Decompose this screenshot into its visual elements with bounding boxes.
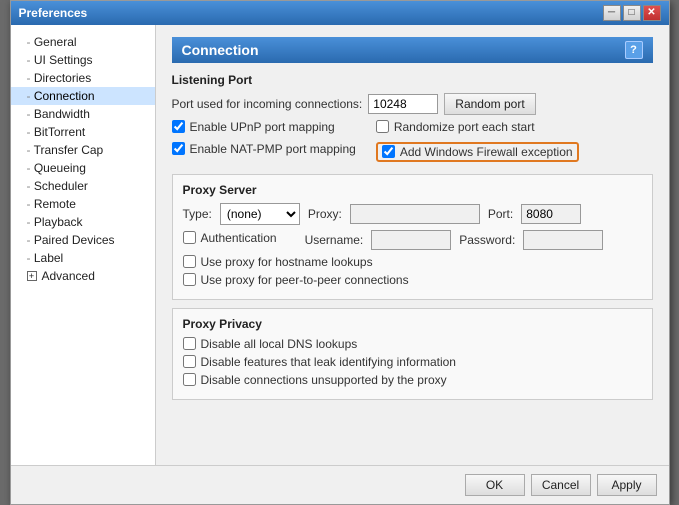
sidebar: General UI Settings Directories Connecti… bbox=[11, 25, 156, 465]
sidebar-item-paired-devices[interactable]: Paired Devices bbox=[11, 231, 155, 249]
help-button[interactable]: ? bbox=[625, 41, 643, 59]
footer: OK Cancel Apply bbox=[11, 465, 669, 504]
sidebar-item-connection[interactable]: Connection bbox=[11, 87, 155, 105]
nat-checkbox[interactable] bbox=[172, 142, 185, 155]
randomize-checkbox[interactable] bbox=[376, 120, 389, 133]
password-label: Password: bbox=[459, 233, 515, 247]
close-button[interactable]: ✕ bbox=[643, 5, 661, 21]
preferences-window: Preferences ─ □ ✕ General UI Settings Di… bbox=[10, 0, 670, 505]
username-label: Username: bbox=[305, 233, 364, 247]
username-input[interactable] bbox=[371, 230, 451, 250]
auth-row: Authentication Username: Password: bbox=[183, 230, 642, 250]
dns-label: Disable all local DNS lookups bbox=[201, 337, 358, 351]
section-title: Connection bbox=[182, 42, 259, 58]
main-content: Connection ? Listening Port Port used fo… bbox=[156, 25, 669, 465]
sidebar-item-advanced[interactable]: + Advanced bbox=[11, 267, 155, 285]
sidebar-item-bandwidth[interactable]: Bandwidth bbox=[11, 105, 155, 123]
proxy-port-input[interactable] bbox=[521, 204, 581, 224]
port-label: Port used for incoming connections: bbox=[172, 97, 363, 111]
sidebar-item-bittorrent[interactable]: BitTorrent bbox=[11, 123, 155, 141]
sidebar-item-remote[interactable]: Remote bbox=[11, 195, 155, 213]
left-checkboxes: Enable UPnP port mapping Enable NAT-PMP … bbox=[172, 120, 356, 166]
proxy-addr-label: Proxy: bbox=[308, 207, 342, 221]
sidebar-item-general[interactable]: General bbox=[11, 33, 155, 51]
window-body: General UI Settings Directories Connecti… bbox=[11, 25, 669, 465]
leak-row: Disable features that leak identifying i… bbox=[183, 355, 642, 369]
randomize-row: Randomize port each start bbox=[376, 120, 579, 134]
unsupported-checkbox[interactable] bbox=[183, 373, 196, 386]
leak-checkbox[interactable] bbox=[183, 355, 196, 368]
p2p-row: Use proxy for peer-to-peer connections bbox=[183, 273, 642, 287]
nat-row: Enable NAT-PMP port mapping bbox=[172, 142, 356, 156]
sidebar-item-label[interactable]: Label bbox=[11, 249, 155, 267]
plus-icon: + bbox=[27, 271, 37, 281]
listening-port-label: Listening Port bbox=[172, 73, 653, 87]
proxy-address-input[interactable] bbox=[350, 204, 480, 224]
sidebar-item-transfer-cap[interactable]: Transfer Cap bbox=[11, 141, 155, 159]
unsupported-row: Disable connections unsupported by the p… bbox=[183, 373, 642, 387]
auth-label: Authentication bbox=[201, 231, 277, 245]
privacy-label: Proxy Privacy bbox=[183, 317, 642, 331]
section-header: Connection ? bbox=[172, 37, 653, 63]
proxy-type-select[interactable]: (none) HTTP SOCKS4 SOCKS5 bbox=[220, 203, 300, 225]
port-input[interactable] bbox=[368, 94, 438, 114]
sidebar-item-scheduler[interactable]: Scheduler bbox=[11, 177, 155, 195]
apply-button[interactable]: Apply bbox=[597, 474, 657, 496]
window-title: Preferences bbox=[19, 6, 88, 20]
password-input[interactable] bbox=[523, 230, 603, 250]
hostname-row: Use proxy for hostname lookups bbox=[183, 255, 642, 269]
type-label: Type: bbox=[183, 207, 212, 221]
title-bar: Preferences ─ □ ✕ bbox=[11, 1, 669, 25]
p2p-checkbox[interactable] bbox=[183, 273, 196, 286]
checkboxes-row: Enable UPnP port mapping Enable NAT-PMP … bbox=[172, 120, 653, 166]
title-bar-buttons: ─ □ ✕ bbox=[603, 5, 661, 21]
hostname-checkbox[interactable] bbox=[183, 255, 196, 268]
firewall-checkbox[interactable] bbox=[382, 145, 395, 158]
dns-checkbox[interactable] bbox=[183, 337, 196, 350]
port-row: Port used for incoming connections: Rand… bbox=[172, 93, 653, 115]
auth-checkbox-row: Authentication bbox=[183, 231, 277, 245]
listening-port-section: Listening Port Port used for incoming co… bbox=[172, 73, 653, 166]
auth-checkbox[interactable] bbox=[183, 231, 196, 244]
hostname-label: Use proxy for hostname lookups bbox=[201, 255, 373, 269]
proxy-server-section: Proxy Server Type: (none) HTTP SOCKS4 SO… bbox=[172, 174, 653, 300]
upnp-checkbox[interactable] bbox=[172, 120, 185, 133]
sidebar-item-queueing[interactable]: Queueing bbox=[11, 159, 155, 177]
nat-label: Enable NAT-PMP port mapping bbox=[190, 142, 356, 156]
upnp-label: Enable UPnP port mapping bbox=[190, 120, 335, 134]
sidebar-item-playback[interactable]: Playback bbox=[11, 213, 155, 231]
proxy-privacy-section: Proxy Privacy Disable all local DNS look… bbox=[172, 308, 653, 400]
firewall-row-highlighted: Add Windows Firewall exception bbox=[376, 142, 579, 162]
p2p-label: Use proxy for peer-to-peer connections bbox=[201, 273, 409, 287]
cancel-button[interactable]: Cancel bbox=[531, 474, 591, 496]
sidebar-item-directories[interactable]: Directories bbox=[11, 69, 155, 87]
maximize-button[interactable]: □ bbox=[623, 5, 641, 21]
dns-row: Disable all local DNS lookups bbox=[183, 337, 642, 351]
upnp-row: Enable UPnP port mapping bbox=[172, 120, 356, 134]
leak-label: Disable features that leak identifying i… bbox=[201, 355, 456, 369]
sidebar-item-ui-settings[interactable]: UI Settings bbox=[11, 51, 155, 69]
proxy-server-label: Proxy Server bbox=[183, 183, 642, 197]
minimize-button[interactable]: ─ bbox=[603, 5, 621, 21]
right-checkboxes: Randomize port each start Add Windows Fi… bbox=[376, 120, 579, 166]
ok-button[interactable]: OK bbox=[465, 474, 525, 496]
unsupported-label: Disable connections unsupported by the p… bbox=[201, 373, 447, 387]
proxy-type-row: Type: (none) HTTP SOCKS4 SOCKS5 Proxy: P… bbox=[183, 203, 642, 225]
random-port-button[interactable]: Random port bbox=[444, 93, 535, 115]
randomize-label: Randomize port each start bbox=[394, 120, 535, 134]
proxy-port-label: Port: bbox=[488, 207, 513, 221]
firewall-label: Add Windows Firewall exception bbox=[400, 145, 573, 159]
